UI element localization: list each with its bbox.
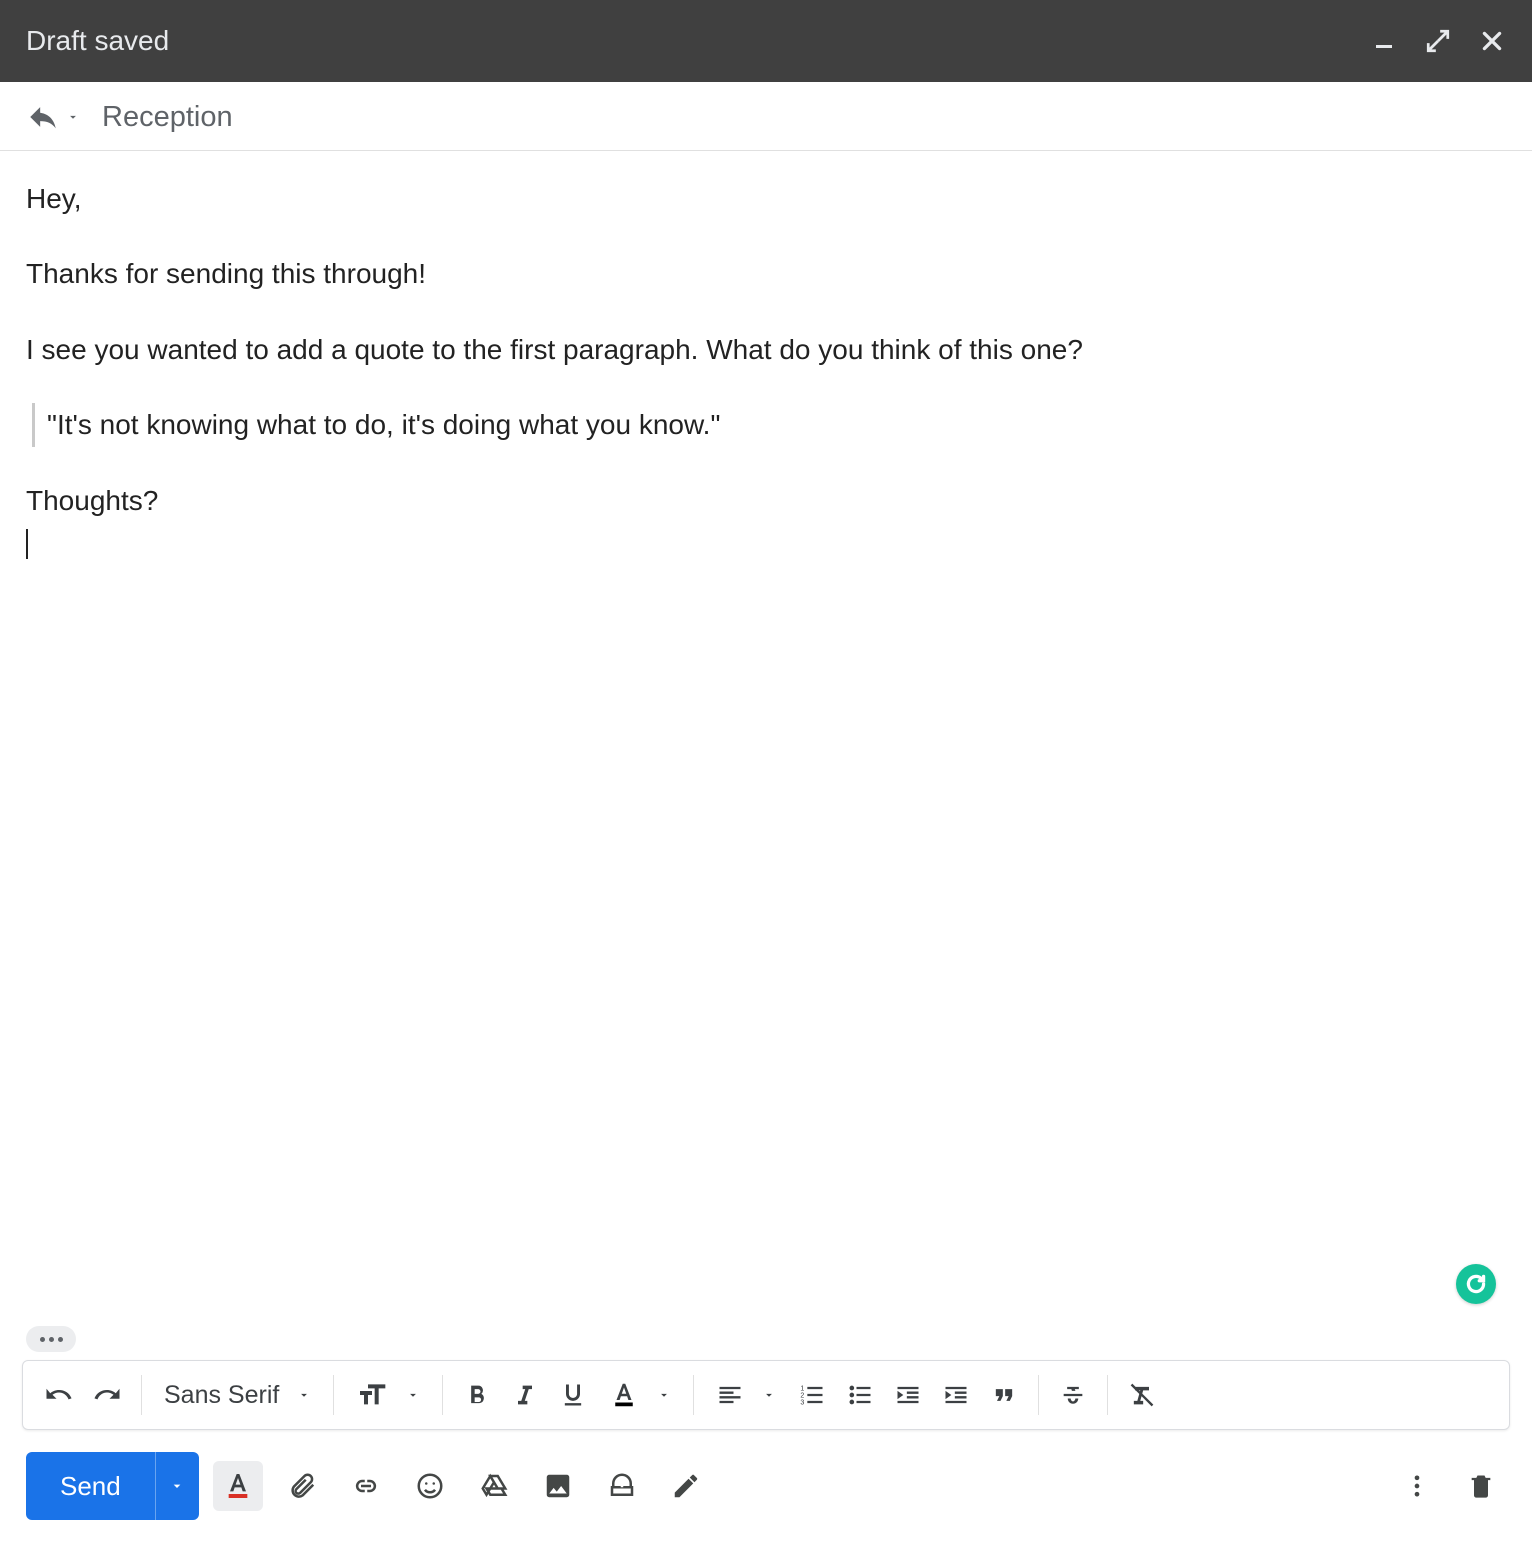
- chevron-down-icon: [406, 1388, 420, 1402]
- redo-button[interactable]: [85, 1373, 129, 1417]
- dot-icon: [58, 1337, 63, 1342]
- svg-text:2: 2: [801, 1392, 805, 1399]
- chevron-down-icon: [169, 1478, 185, 1494]
- show-trimmed-content[interactable]: [26, 1326, 76, 1352]
- popout-icon: [1425, 28, 1451, 54]
- separator: [442, 1375, 443, 1415]
- more-vertical-icon: [1403, 1472, 1431, 1500]
- link-icon: [351, 1471, 381, 1501]
- bold-button[interactable]: [455, 1373, 499, 1417]
- indent-more-button[interactable]: [934, 1373, 978, 1417]
- paperclip-icon: [287, 1471, 317, 1501]
- align-button[interactable]: [706, 1373, 786, 1417]
- recipients-field[interactable]: Reception: [102, 101, 233, 134]
- align-left-icon: [716, 1381, 744, 1409]
- undo-icon: [44, 1380, 74, 1410]
- insert-emoji-button[interactable]: [405, 1461, 455, 1511]
- font-family-selector[interactable]: Sans Serif: [154, 1373, 321, 1417]
- remove-format-icon: [1128, 1381, 1156, 1409]
- minimize-icon: [1372, 29, 1396, 53]
- send-options-button[interactable]: [155, 1452, 199, 1520]
- underline-icon: [559, 1381, 587, 1409]
- quote-icon: [990, 1381, 1018, 1409]
- quote-button[interactable]: [982, 1373, 1026, 1417]
- bullet-list-icon: [846, 1381, 874, 1409]
- format-toolbar: Sans Serif 123: [22, 1360, 1510, 1430]
- grammarly-badge[interactable]: [1456, 1264, 1496, 1304]
- send-button-group: Send: [26, 1452, 199, 1520]
- grammarly-icon: [1463, 1271, 1489, 1297]
- body-line: Thoughts?: [26, 479, 1506, 522]
- text-cursor: [26, 529, 28, 559]
- confidential-mode-button[interactable]: [597, 1461, 647, 1511]
- recipients-row[interactable]: Reception: [0, 82, 1532, 151]
- strikethrough-icon: [1059, 1381, 1087, 1409]
- body-line: I see you wanted to add a quote to the f…: [26, 328, 1506, 371]
- send-row: Send: [0, 1442, 1532, 1552]
- remove-formatting-button[interactable]: [1120, 1373, 1164, 1417]
- image-icon: [543, 1471, 573, 1501]
- separator: [693, 1375, 694, 1415]
- text-format-icon: [222, 1470, 254, 1502]
- dot-icon: [49, 1337, 54, 1342]
- discard-draft-button[interactable]: [1456, 1461, 1506, 1511]
- separator: [141, 1375, 142, 1415]
- underline-button[interactable]: [551, 1373, 595, 1417]
- chevron-down-icon: [66, 110, 80, 124]
- bold-icon: [463, 1381, 491, 1409]
- emoji-icon: [415, 1471, 445, 1501]
- more-options-button[interactable]: [1392, 1461, 1442, 1511]
- message-body[interactable]: Hey, Thanks for sending this through! I …: [0, 151, 1532, 1326]
- font-size-icon: [356, 1379, 388, 1411]
- body-quote: "It's not knowing what to do, it's doing…: [32, 403, 1506, 446]
- pen-icon: [671, 1471, 701, 1501]
- titlebar: Draft saved: [0, 0, 1532, 82]
- svg-text:3: 3: [801, 1399, 805, 1406]
- separator: [1038, 1375, 1039, 1415]
- titlebar-title: Draft saved: [26, 25, 1370, 57]
- formatting-options-button[interactable]: [213, 1461, 263, 1511]
- compose-window: Draft saved Reception Hey, Thanks: [0, 0, 1532, 1552]
- redo-icon: [92, 1380, 122, 1410]
- undo-button[interactable]: [37, 1373, 81, 1417]
- minimize-button[interactable]: [1370, 27, 1398, 55]
- trash-icon: [1467, 1472, 1495, 1500]
- body-line: Hey,: [26, 177, 1506, 220]
- italic-button[interactable]: [503, 1373, 547, 1417]
- insert-signature-button[interactable]: [661, 1461, 711, 1511]
- insert-link-button[interactable]: [341, 1461, 391, 1511]
- attach-file-button[interactable]: [277, 1461, 327, 1511]
- indent-more-icon: [942, 1381, 970, 1409]
- reply-icon: [26, 100, 60, 134]
- font-size-selector[interactable]: [346, 1373, 430, 1417]
- close-button[interactable]: [1478, 27, 1506, 55]
- svg-text:1: 1: [801, 1385, 805, 1392]
- titlebar-controls: [1370, 27, 1506, 55]
- strikethrough-button[interactable]: [1051, 1373, 1095, 1417]
- dot-icon: [40, 1337, 45, 1342]
- bullet-list-button[interactable]: [838, 1373, 882, 1417]
- insert-photo-button[interactable]: [533, 1461, 583, 1511]
- separator: [1107, 1375, 1108, 1415]
- insert-drive-button[interactable]: [469, 1461, 519, 1511]
- italic-icon: [511, 1381, 539, 1409]
- chevron-down-icon: [297, 1388, 311, 1402]
- separator: [333, 1375, 334, 1415]
- indent-less-icon: [894, 1381, 922, 1409]
- popout-button[interactable]: [1424, 27, 1452, 55]
- text-color-icon: [609, 1380, 639, 1410]
- reply-type-selector[interactable]: [26, 100, 80, 134]
- close-icon: [1479, 28, 1505, 54]
- drive-icon: [479, 1471, 509, 1501]
- numbered-list-button[interactable]: 123: [790, 1373, 834, 1417]
- indent-less-button[interactable]: [886, 1373, 930, 1417]
- text-color-button[interactable]: [599, 1373, 681, 1417]
- chevron-down-icon: [762, 1388, 776, 1402]
- confidential-icon: [607, 1471, 637, 1501]
- font-family-label: Sans Serif: [164, 1381, 279, 1410]
- body-line: Thanks for sending this through!: [26, 252, 1506, 295]
- numbered-list-icon: 123: [798, 1381, 826, 1409]
- send-button[interactable]: Send: [26, 1452, 155, 1520]
- chevron-down-icon: [657, 1388, 671, 1402]
